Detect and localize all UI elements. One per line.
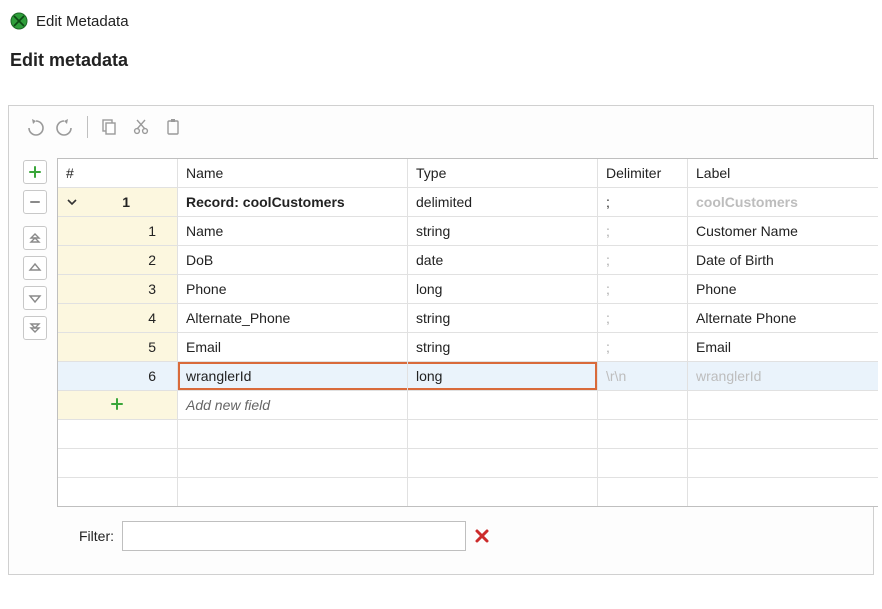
empty-row — [58, 420, 878, 449]
toolbar-separator — [87, 116, 88, 138]
titlebar: Edit Metadata — [0, 0, 882, 42]
cell-name[interactable]: Alternate_Phone — [178, 304, 408, 332]
record-name[interactable]: Record: coolCustomers — [178, 188, 408, 216]
cell-label[interactable]: Email — [688, 333, 878, 361]
record-row[interactable]: 1 Record: coolCustomers delimited ; cool… — [58, 188, 878, 217]
col-header-name[interactable]: Name — [178, 159, 408, 187]
move-down-button[interactable] — [23, 286, 47, 310]
cell-delimiter[interactable]: ; — [598, 246, 688, 274]
add-row-button[interactable] — [23, 160, 47, 184]
cell-label[interactable]: Phone — [688, 275, 878, 303]
row-index: 4 — [86, 310, 156, 326]
col-header-index[interactable]: # — [58, 159, 178, 187]
col-header-delimiter[interactable]: Delimiter — [598, 159, 688, 187]
filter-bar: Filter: — [23, 507, 873, 551]
row-index-cell[interactable]: 4 — [58, 304, 178, 332]
add-field-idx — [58, 391, 178, 419]
row-index: 5 — [86, 339, 156, 355]
cell-type[interactable]: long — [408, 362, 598, 390]
cell-type[interactable]: string — [408, 217, 598, 245]
table-row[interactable]: 3Phonelong;Phone — [58, 275, 878, 304]
table-row[interactable]: 2 DoBdate;Date of Birth — [58, 246, 878, 275]
page-heading: Edit metadata — [0, 42, 882, 87]
move-bottom-button[interactable] — [23, 316, 47, 340]
cell-name[interactable]: DoB — [178, 246, 408, 274]
add-field-label[interactable]: Add new field — [178, 391, 408, 419]
row-index-cell[interactable]: 6 — [58, 362, 178, 390]
toolbar — [9, 106, 873, 152]
cut-icon[interactable] — [130, 116, 152, 138]
table-row[interactable]: 6wranglerIdlong\r\nwranglerId — [58, 362, 878, 391]
row-index: 1 — [86, 223, 156, 239]
record-index-cell[interactable]: 1 — [58, 188, 178, 216]
remove-row-button[interactable] — [23, 190, 47, 214]
record-delim[interactable]: ; — [598, 188, 688, 216]
cell-delimiter[interactable]: ; — [598, 275, 688, 303]
cell-label[interactable]: Alternate Phone — [688, 304, 878, 332]
move-top-button[interactable] — [23, 226, 47, 250]
cell-name[interactable]: Phone — [178, 275, 408, 303]
empty-row — [58, 449, 878, 478]
cell-label[interactable]: Date of Birth — [688, 246, 878, 274]
selection-highlight — [408, 362, 597, 390]
metadata-table: # Name Type Delimiter Label 1 — [57, 158, 878, 507]
cell-label[interactable]: Customer Name — [688, 217, 878, 245]
cell-delimiter[interactable]: \r\n — [598, 362, 688, 390]
cell-name[interactable]: Email — [178, 333, 408, 361]
record-type[interactable]: delimited — [408, 188, 598, 216]
paste-icon[interactable] — [162, 116, 184, 138]
add-field-row[interactable]: Add new field — [58, 391, 878, 420]
table-row[interactable]: 4 Alternate_Phonestring;Alternate Phone — [58, 304, 878, 333]
cell-name[interactable]: wranglerId — [178, 362, 408, 390]
table-row[interactable]: 5Emailstring;Email — [58, 333, 878, 362]
plus-icon[interactable] — [110, 397, 126, 413]
table-header: # Name Type Delimiter Label — [58, 159, 878, 188]
row-controls — [23, 158, 47, 507]
cell-type[interactable]: date — [408, 246, 598, 274]
expand-caret-icon[interactable] — [66, 196, 80, 208]
table-row[interactable]: 1 Namestring;Customer Name — [58, 217, 878, 246]
cell-type[interactable]: long — [408, 275, 598, 303]
cell-delimiter[interactable]: ; — [598, 304, 688, 332]
empty-row — [58, 478, 878, 506]
row-index-cell[interactable]: 2 — [58, 246, 178, 274]
record-label[interactable]: coolCustomers — [688, 188, 878, 216]
col-header-type[interactable]: Type — [408, 159, 598, 187]
cell-delimiter[interactable]: ; — [598, 217, 688, 245]
cell-type[interactable]: string — [408, 304, 598, 332]
app-icon — [10, 12, 28, 30]
copy-icon[interactable] — [98, 116, 120, 138]
record-index: 1 — [86, 194, 130, 210]
row-index-cell[interactable]: 1 — [58, 217, 178, 245]
cell-label[interactable]: wranglerId — [688, 362, 878, 390]
cell-delimiter[interactable]: ; — [598, 333, 688, 361]
undo-icon[interactable] — [23, 116, 45, 138]
row-index: 3 — [86, 281, 156, 297]
filter-label: Filter: — [79, 528, 114, 544]
row-index: 6 — [86, 368, 156, 384]
redo-icon[interactable] — [55, 116, 77, 138]
cell-type[interactable]: string — [408, 333, 598, 361]
selection-highlight — [178, 362, 407, 390]
row-index-cell[interactable]: 3 — [58, 275, 178, 303]
row-index-cell[interactable]: 5 — [58, 333, 178, 361]
editor-panel: # Name Type Delimiter Label 1 — [8, 105, 874, 575]
clear-filter-icon[interactable] — [474, 528, 490, 544]
filter-input[interactable] — [122, 521, 466, 551]
move-up-button[interactable] — [23, 256, 47, 280]
col-header-label[interactable]: Label — [688, 159, 878, 187]
row-index: 2 — [86, 252, 156, 268]
cell-name[interactable]: Name — [178, 217, 408, 245]
window-title: Edit Metadata — [36, 13, 129, 30]
